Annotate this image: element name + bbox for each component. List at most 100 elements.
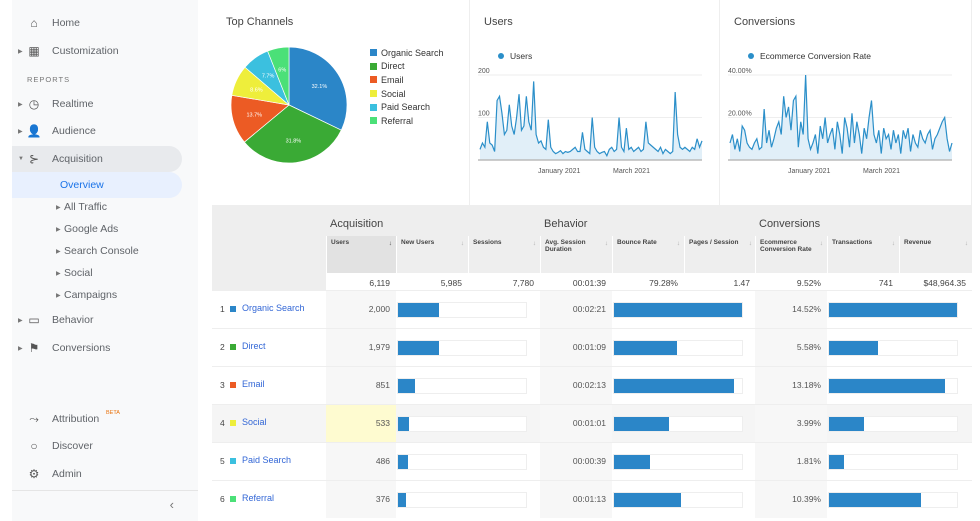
cell-duration: 00:02:21 <box>540 291 612 328</box>
column-header-0[interactable]: Users ↓ <box>326 236 396 274</box>
sort-icon[interactable]: ↓ <box>820 240 823 247</box>
column-label: New Users <box>401 239 435 246</box>
conversions-legend-label: Ecommerce Conversion Rate <box>760 51 872 61</box>
caret-right-icon: ▶ <box>18 48 23 55</box>
users-card: Users Users 200 100 January 2021 March 2021 <box>470 0 720 205</box>
sort-icon[interactable]: ↓ <box>965 240 968 247</box>
legend-item[interactable]: Referral <box>370 114 444 128</box>
column-header-7[interactable]: Transactions ↓ <box>827 236 899 274</box>
cell-users: 1,979 <box>326 329 396 366</box>
pie-label: 8.6% <box>250 88 263 94</box>
legend-item[interactable]: Paid Search <box>370 100 444 114</box>
legend-item[interactable]: Organic Search <box>370 46 444 60</box>
sort-icon[interactable]: ↓ <box>749 240 752 247</box>
sort-icon[interactable]: ↓ <box>533 240 536 247</box>
row-rank: 2 <box>220 342 225 352</box>
column-label: Users <box>331 239 350 246</box>
sidebar-item-acquisition[interactable]: ▼ ⊱ Acquisition <box>12 146 182 172</box>
bar-duration <box>613 492 743 508</box>
sidebar-item-customization[interactable]: ▶ ▦ Customization <box>12 38 182 64</box>
column-header-4[interactable]: Bounce Rate ↓ <box>612 236 684 274</box>
channel-link[interactable]: Social <box>242 417 267 427</box>
y-tick-label: 20.00% <box>728 111 752 118</box>
bar-fill <box>398 493 406 507</box>
conversions-legend: Ecommerce Conversion Rate <box>748 51 871 61</box>
bar-fill <box>614 493 681 507</box>
clock-icon: ◷ <box>28 97 40 111</box>
channel-link[interactable]: Direct <box>242 341 266 351</box>
person-icon: 👤 <box>26 124 42 138</box>
sidebar-item-label: Admin <box>52 468 82 480</box>
channel-link[interactable]: Paid Search <box>242 455 291 465</box>
collapse-sidebar-button[interactable]: ‹ <box>12 490 198 521</box>
bar-users <box>397 454 527 470</box>
bar-fill <box>614 417 670 431</box>
table-row: 3 Email 851 00:02:13 13.18% <box>212 366 972 404</box>
table-row: 2 Direct 1,979 00:01:09 5.58% <box>212 328 972 366</box>
column-group-behavior: Behavior <box>544 218 588 230</box>
caret-right-icon: ▶ <box>56 292 61 299</box>
sidebar-item-label: Realtime <box>52 98 94 110</box>
legend-item[interactable]: Email <box>370 73 444 87</box>
sidebar-item-audience[interactable]: ▶ 👤 Audience <box>12 118 182 144</box>
caret-right-icon: ▶ <box>56 204 61 211</box>
cell-conv: 5.58% <box>755 329 827 366</box>
sidebar-item-realtime[interactable]: ▶ ◷ Realtime <box>12 91 182 117</box>
bar-fill <box>398 341 439 355</box>
column-header-6[interactable]: Ecommerce Conversion Rate ↓ <box>755 236 827 274</box>
top-channels-card: Top Channels 32.1% 31.8% 13.7% 8.6% 7.7% 6% O… <box>212 0 470 205</box>
cell-duration: 00:01:01 <box>540 405 612 442</box>
sort-icon[interactable]: ↓ <box>605 240 608 247</box>
bar-duration <box>613 340 743 356</box>
bar-fill <box>398 455 408 469</box>
legend-swatch-icon <box>370 117 377 125</box>
bar-fill <box>398 303 439 317</box>
sort-icon[interactable]: ↓ <box>892 240 895 247</box>
home-icon: ⌂ <box>30 16 38 30</box>
sidebar-item-conversions[interactable]: ▶ ⚑ Conversions <box>12 335 182 361</box>
column-header-5[interactable]: Pages / Session ↓ <box>684 236 756 274</box>
conversions-card: Conversions Ecommerce Conversion Rate 40… <box>720 0 972 205</box>
sidebar-item-attribution[interactable]: ⤳ Attribution BETA <box>12 406 182 432</box>
cell-duration: 00:01:09 <box>540 329 612 366</box>
sidebar-item-behavior[interactable]: ▶ ▭ Behavior <box>12 307 182 333</box>
sidebar-item-admin[interactable]: ⚙ Admin <box>12 461 182 487</box>
cell-conv: 1.81% <box>755 443 827 480</box>
sidebar: ⌂ Home ▶ ▦ Customization ▶ ◷ Realtime ▶ 👤 Audience… <box>12 0 198 521</box>
sidebar-item-campaigns[interactable]: ▶ Campaigns <box>12 282 182 308</box>
sort-icon[interactable]: ↓ <box>461 240 464 247</box>
sort-icon[interactable]: ↓ <box>677 240 680 247</box>
bar-fill <box>398 417 409 431</box>
sidebar-item-discover[interactable]: ○ Discover <box>12 433 182 459</box>
cell-users: 2,000 <box>326 291 396 328</box>
bar-users <box>397 302 527 318</box>
sidebar-item-home[interactable]: ⌂ Home <box>12 10 182 36</box>
cell-conv: 10.39% <box>755 481 827 518</box>
channel-link[interactable]: Email <box>242 379 265 389</box>
dashboard-icon: ▦ <box>28 44 40 58</box>
channel-link[interactable]: Referral <box>242 493 274 503</box>
sidebar-item-label: Campaigns <box>64 289 118 301</box>
caret-right-icon: ▶ <box>18 317 23 324</box>
sort-icon[interactable]: ↓ <box>389 240 392 247</box>
column-label: Pages / Session <box>689 239 739 246</box>
column-label: Transactions <box>832 239 873 246</box>
y-tick-label: 40.00% <box>728 68 752 75</box>
row-rank: 1 <box>220 304 225 314</box>
column-header-8[interactable]: Revenue ↓ <box>899 236 972 274</box>
sidebar-item-label: Home <box>52 17 81 29</box>
bar-fill <box>614 379 735 393</box>
table-row: 4 Social 533 00:01:01 3.99% <box>212 404 972 442</box>
column-header-2[interactable]: Sessions ↓ <box>468 236 540 274</box>
channel-link[interactable]: Organic Search <box>242 303 305 313</box>
bar-duration <box>613 454 743 470</box>
column-header-3[interactable]: Avg. Session Duration ↓ <box>540 236 612 274</box>
conversions-line-chart: 40.00% 20.00% January 2021 March 2021 <box>728 68 953 175</box>
bar-conv <box>828 416 958 432</box>
legend-item[interactable]: Social <box>370 87 444 101</box>
legend-item[interactable]: Direct <box>370 60 444 74</box>
column-header-1[interactable]: New Users ↓ <box>396 236 468 274</box>
legend-label: Social <box>381 88 406 99</box>
bar-fill <box>829 341 878 355</box>
legend-label: Email <box>381 74 404 85</box>
